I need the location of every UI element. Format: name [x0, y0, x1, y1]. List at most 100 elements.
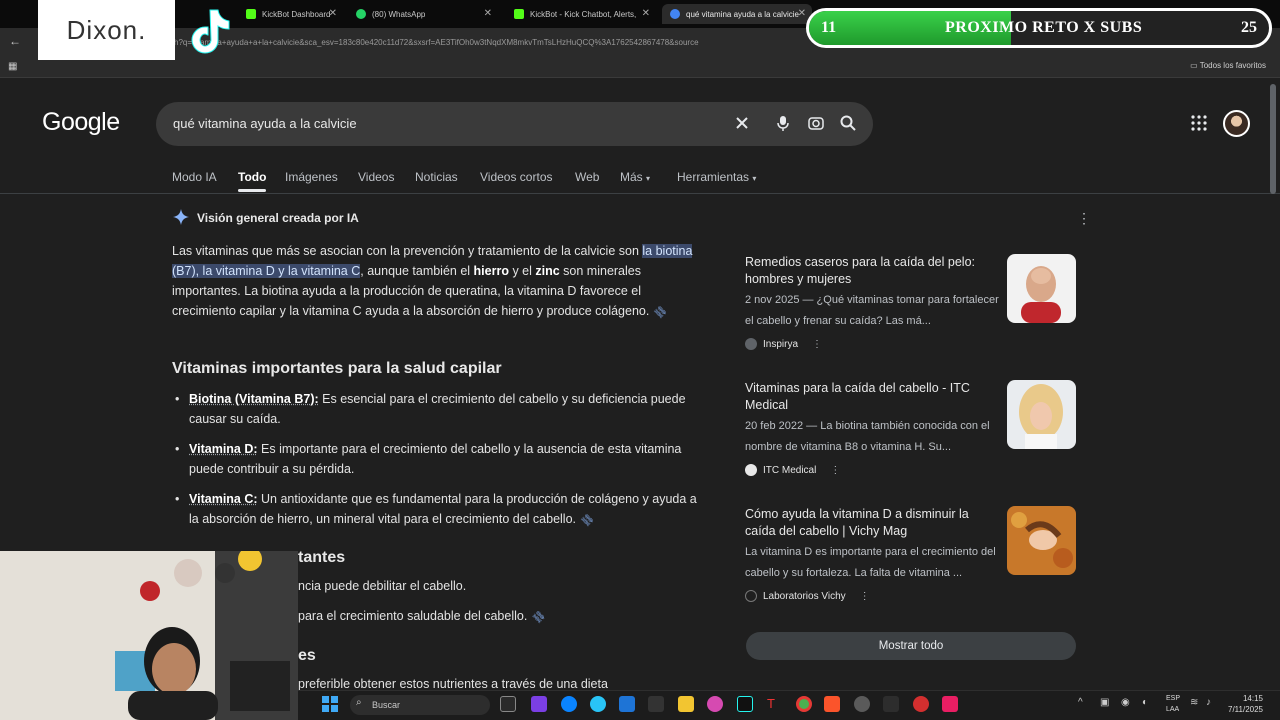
caret-down-icon: ▾	[752, 174, 757, 183]
address-bar[interactable]: ch?q=vitamina+ayuda+a+la+calvicie&sca_es…	[170, 34, 870, 52]
tab-label: (80) WhatsApp	[372, 9, 426, 19]
apps-grid-icon[interactable]: ▦	[8, 61, 17, 72]
browser-tab[interactable]: KickBot Dashboard ✕	[238, 4, 343, 24]
tab-videos-cortos[interactable]: Videos cortos	[480, 170, 553, 184]
tab-videos[interactable]: Videos	[358, 170, 394, 184]
tab-web[interactable]: Web	[575, 170, 599, 184]
link-icon[interactable]: ⛓	[531, 609, 548, 626]
keyboard-language[interactable]: ESP LAA	[1166, 693, 1180, 715]
source-favicon-icon	[745, 338, 757, 350]
wifi-icon[interactable]: ≋	[1190, 697, 1198, 708]
tab-mas[interactable]: Más ▾	[620, 170, 650, 184]
more-options-icon[interactable]: ⋮	[860, 591, 870, 602]
banner-current-count: 11	[821, 19, 837, 36]
app-icon[interactable]	[942, 696, 958, 712]
close-tab-icon[interactable]: ✕	[484, 8, 492, 19]
link-icon[interactable]: ⛓	[650, 301, 673, 324]
taskbar-search-label: Buscar	[372, 700, 401, 710]
list-item: Vitamina C: Un antioxidante que es funda…	[175, 489, 699, 532]
edge-icon[interactable]	[561, 696, 577, 712]
close-tab-icon[interactable]: ✕	[329, 8, 337, 19]
card-source: Laboratorios Vichy ⋮	[745, 590, 870, 602]
microphone-icon[interactable]	[774, 114, 792, 132]
active-tab-underline	[238, 189, 266, 192]
tiktok-logo-icon	[191, 9, 230, 54]
all-bookmarks-button[interactable]: ▭ Todos los favoritos	[1190, 61, 1266, 70]
clear-search-icon[interactable]	[733, 114, 751, 132]
app-icon[interactable]	[707, 696, 723, 712]
more-options-icon[interactable]: ⋮	[812, 339, 822, 350]
close-tab-icon[interactable]: ✕	[798, 8, 806, 19]
brave-icon[interactable]	[824, 696, 840, 712]
card-snippet: La vitamina D es importante para el crec…	[745, 546, 996, 579]
tab-label: KickBot - Kick Chatbot, Alerts,	[530, 9, 637, 19]
search-icon[interactable]	[839, 114, 857, 132]
close-tab-icon[interactable]: ✕	[642, 8, 650, 19]
tiktok-icon[interactable]	[737, 696, 753, 712]
clock[interactable]: 14:15 7/11/2025	[1228, 693, 1263, 715]
lens-camera-icon[interactable]	[807, 114, 825, 132]
link-icon[interactable]: ⛓	[577, 509, 600, 532]
app-t-icon[interactable]: T	[763, 696, 779, 712]
tab-todo[interactable]: Todo	[238, 170, 266, 184]
source-card[interactable]: Cómo ayuda la vitamina D a disminuir la …	[745, 506, 1080, 616]
card-title[interactable]: Cómo ayuda la vitamina D a disminuir la …	[745, 506, 997, 540]
subs-goal-banner: 11 PROXIMO RETO X SUBS 25	[806, 8, 1272, 48]
file-explorer-icon[interactable]	[678, 696, 694, 712]
source-favicon-icon	[745, 464, 757, 476]
source-name: ITC Medical	[763, 464, 817, 476]
card-title[interactable]: Remedios caseros para la caída del pelo:…	[745, 254, 997, 288]
app-icon[interactable]	[590, 696, 606, 712]
card-thumbnail[interactable]	[1007, 506, 1076, 575]
tray-app-icon[interactable]: ▣	[1100, 697, 1109, 708]
browser-tab[interactable]: (80) WhatsApp ✕	[348, 4, 498, 24]
ai-overview-paragraph: Las vitaminas que más se asocian con la …	[172, 241, 702, 323]
tab-herramientas[interactable]: Herramientas ▾	[677, 170, 756, 184]
windows-start-icon[interactable]	[322, 696, 338, 712]
more-options-icon[interactable]: ⋮	[1077, 210, 1091, 227]
volume-icon[interactable]: ♪	[1206, 697, 1211, 708]
tab-noticias[interactable]: Noticias	[415, 170, 458, 184]
source-favicon-icon	[745, 590, 757, 602]
search-input[interactable]: qué vitamina ayuda a la calvicie	[173, 116, 357, 131]
card-thumbnail[interactable]	[1007, 254, 1076, 323]
account-avatar[interactable]	[1223, 110, 1250, 137]
card-snippet: 2 nov 2025 — ¿Qué vitaminas tomar para f…	[745, 294, 999, 327]
browser-tab-active[interactable]: qué vitamina ayuda a la calvicie ✕	[662, 4, 812, 24]
task-view-icon[interactable]	[500, 696, 516, 712]
card-thumbnail[interactable]	[1007, 380, 1076, 449]
bullet-term[interactable]: Vitamina D:	[189, 442, 258, 456]
search-icon: ⌕	[356, 697, 362, 708]
tab-modo-ia[interactable]: Modo IA	[172, 170, 217, 184]
bullet-term[interactable]: Biotina (Vitamina B7):	[189, 392, 319, 406]
back-icon[interactable]: ←	[9, 34, 21, 48]
taskbar-search[interactable]: Buscar	[350, 695, 490, 715]
tray-app-icon[interactable]: ◐	[1142, 697, 1148, 708]
google-logo[interactable]: Google	[42, 108, 120, 137]
source-name: Inspirya	[763, 338, 799, 350]
tab-imagenes[interactable]: Imágenes	[285, 170, 338, 184]
app-icon[interactable]	[913, 696, 929, 712]
overlay-logo-text: Dixon.	[66, 14, 147, 45]
more-options-icon[interactable]: ⋮	[830, 465, 840, 476]
page-scrollbar[interactable]	[1270, 84, 1276, 194]
kickbot-favicon-icon	[246, 9, 256, 19]
chrome-icon[interactable]	[796, 696, 812, 712]
google-apps-icon[interactable]	[1191, 115, 1207, 131]
tray-app-icon[interactable]: ◉	[1121, 697, 1130, 708]
tab-herramientas-label: Herramientas	[677, 170, 750, 184]
app-icon[interactable]	[619, 696, 635, 712]
tray-chevron-icon[interactable]: ^	[1078, 697, 1083, 708]
banner-goal-count: 25	[1241, 19, 1257, 36]
source-card[interactable]: Vitaminas para la caída del cabello - IT…	[745, 380, 1080, 490]
app-icon[interactable]	[531, 696, 547, 712]
url-text: ch?q=vitamina+ayuda+a+la+calvicie&sca_es…	[170, 38, 699, 47]
browser-tab[interactable]: KickBot - Kick Chatbot, Alerts, ✕	[506, 4, 656, 24]
card-title[interactable]: Vitaminas para la caída del cabello - IT…	[745, 380, 997, 414]
source-card[interactable]: Remedios caseros para la caída del pelo:…	[745, 254, 1080, 364]
app-icon[interactable]	[883, 696, 899, 712]
obs-icon[interactable]	[854, 696, 870, 712]
bullet-term[interactable]: Vitamina C:	[189, 492, 258, 506]
show-all-button[interactable]: Mostrar todo	[746, 632, 1076, 660]
app-icon[interactable]	[648, 696, 664, 712]
